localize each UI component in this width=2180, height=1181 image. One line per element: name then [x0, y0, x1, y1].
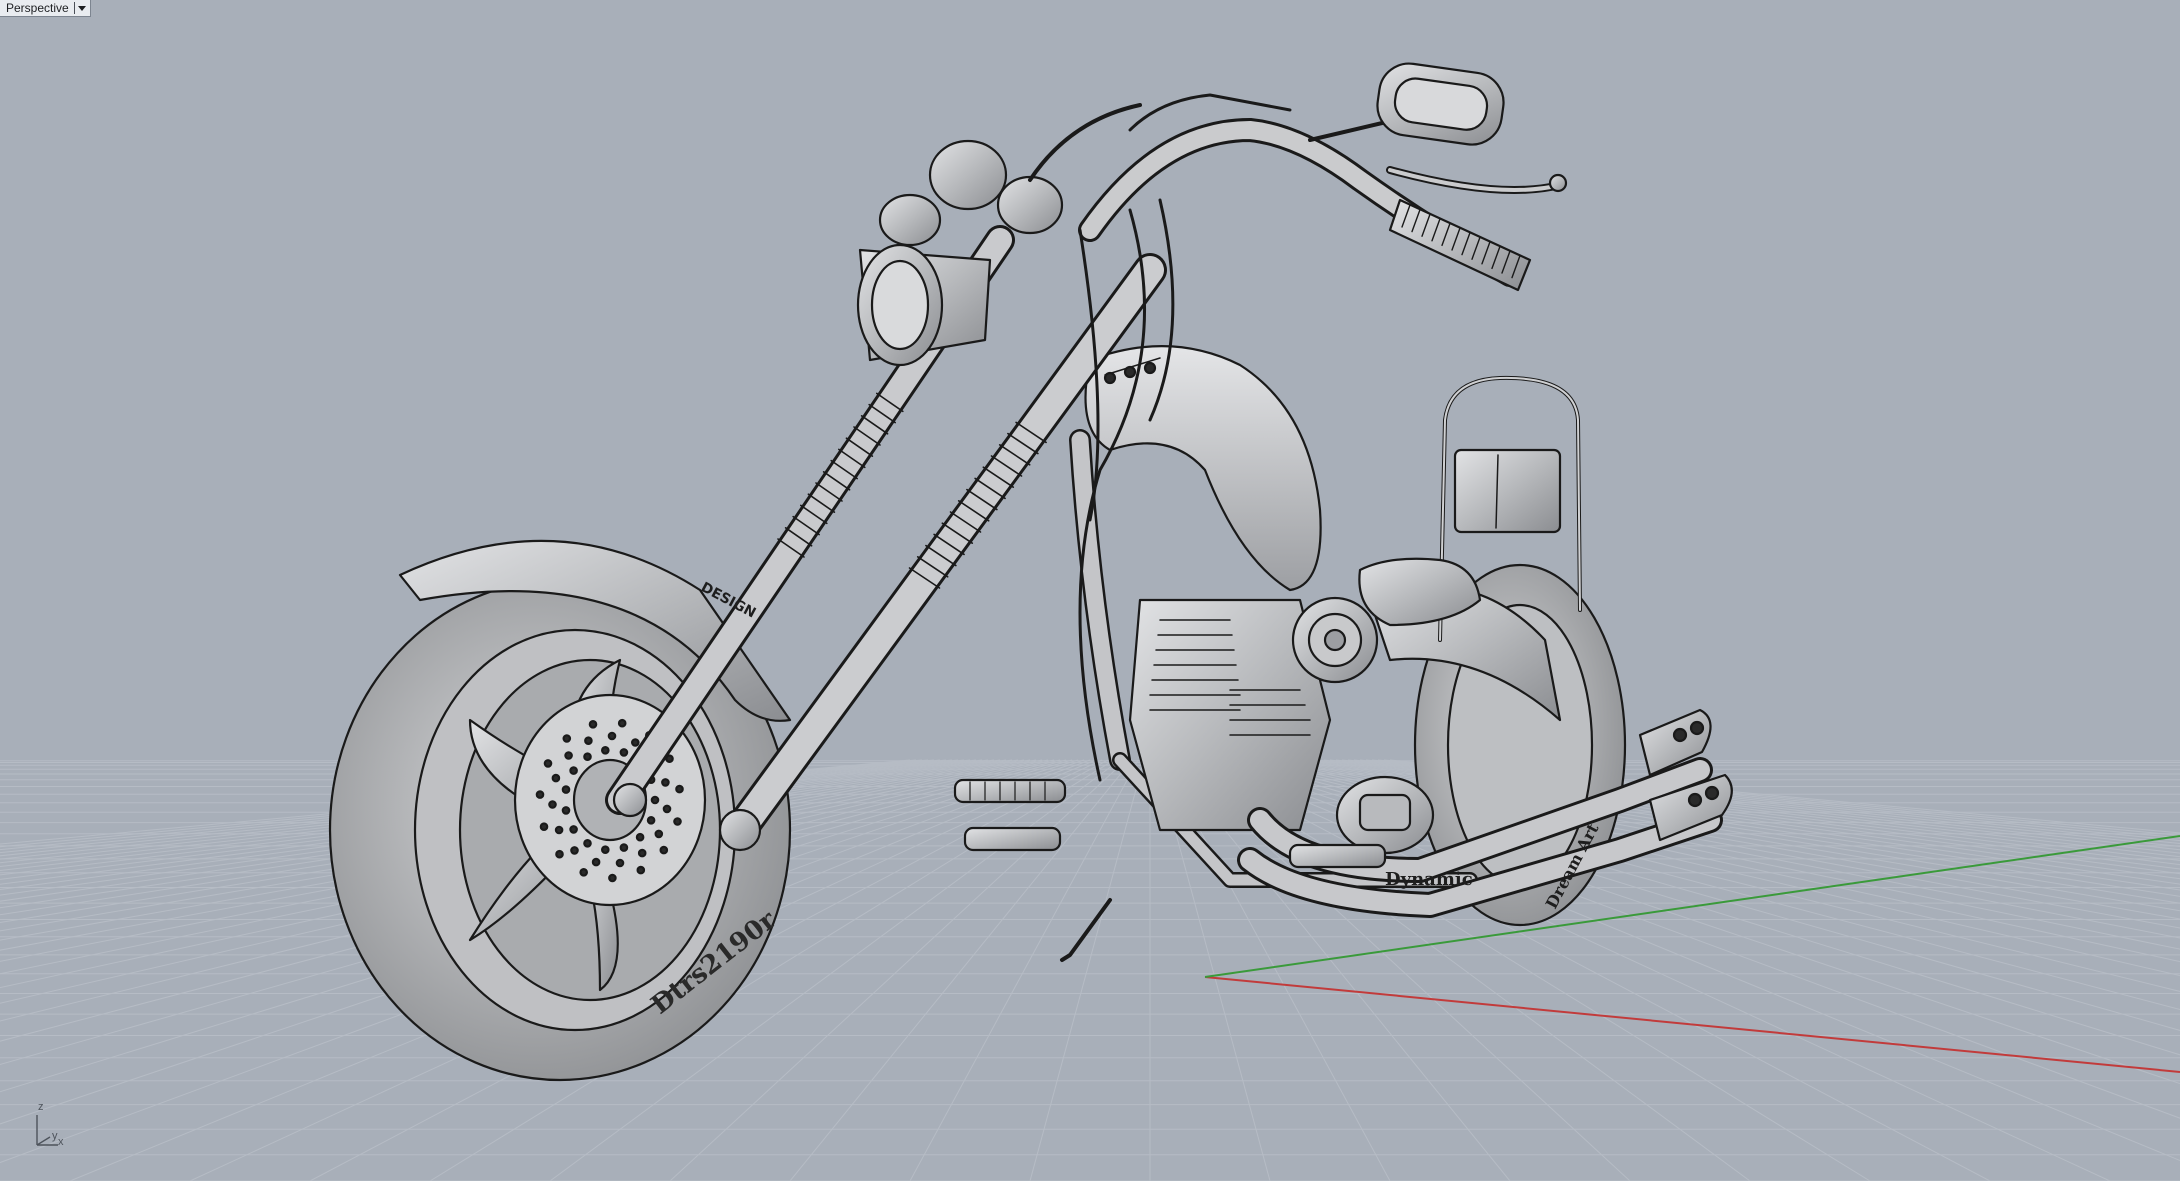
- axis-z-label: z: [38, 1101, 44, 1113]
- headlight: [856, 243, 992, 367]
- fuel-tank: [1084, 345, 1322, 592]
- mirror: [1308, 62, 1505, 146]
- viewport-name: Perspective: [6, 1, 69, 15]
- motorcycle-model: [328, 62, 1733, 1082]
- gauge-right: [996, 175, 1064, 235]
- gauge-left: [878, 193, 942, 247]
- sissy-bar-pad: [1453, 448, 1562, 534]
- viewport-canvas[interactable]: [0, 0, 2180, 1181]
- perspective-viewport[interactable]: z x y Perspective Dtrs2190r Dynamic Drea…: [0, 0, 2180, 1181]
- viewport-title-tab[interactable]: Perspective: [0, 0, 91, 17]
- tab-separator: [73, 2, 75, 14]
- construction-grid: [0, 759, 2180, 1181]
- axis-x-label: x: [58, 1136, 64, 1148]
- front-axle: [612, 782, 648, 818]
- handlebar-grip: [1388, 198, 1532, 292]
- axis-y-label: y: [52, 1130, 58, 1142]
- dropdown-arrow-icon[interactable]: [77, 5, 86, 11]
- kickstand: [1060, 898, 1112, 962]
